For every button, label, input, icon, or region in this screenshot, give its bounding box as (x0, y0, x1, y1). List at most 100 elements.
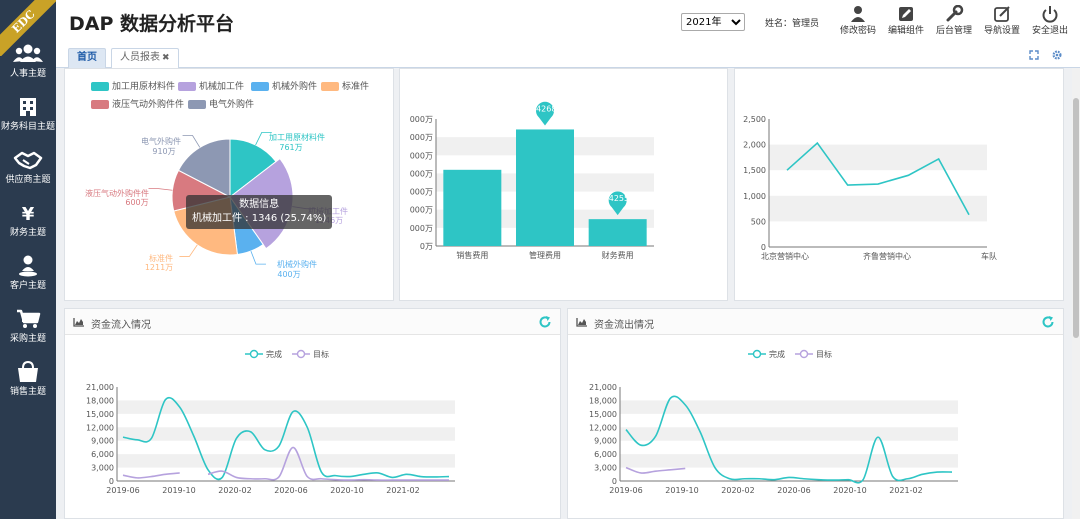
bar (588, 219, 647, 246)
pie-label-name: 液压气动外购件件 (85, 188, 149, 198)
x-tick-label: 2019-06 (106, 486, 139, 495)
y-tick-label: 12,000 (589, 423, 617, 432)
pie-tooltip: 数据信息 机械加工件 : 1346 (25.74%) (186, 195, 333, 229)
tool-label: 导航设置 (983, 26, 1020, 36)
person-icon (19, 255, 37, 277)
building-icon (20, 98, 36, 116)
pie-label-value: 1211万 (145, 263, 173, 272)
sidebar-item-finance[interactable]: ¥ 财务主题 (0, 201, 56, 239)
y-tick-label: 500 (751, 217, 766, 226)
y-tick-label: 000万 (410, 206, 433, 215)
sidebar-item-finance-subject[interactable]: 财务科目主题 (0, 95, 56, 133)
y-tick-label: 6,000 (91, 450, 114, 459)
change-password-button[interactable]: 修改密码 (834, 5, 882, 37)
nav-settings-button[interactable]: 导航设置 (978, 5, 1026, 37)
users-icon (13, 44, 43, 62)
x-tick-label: 销售费用 (456, 250, 488, 260)
sidebar-item-hr[interactable]: 人事主题 (0, 42, 56, 80)
legend-marker (249, 349, 259, 359)
refresh-icon[interactable] (1041, 315, 1055, 329)
y-tick-label: 1,500 (743, 166, 766, 175)
tool-label: 后台管理 (935, 26, 972, 36)
x-tick-label: 北京营销中心 (761, 251, 809, 261)
sidebar-item-label: 客户主题 (9, 281, 46, 291)
y-tick-label: 0万 (420, 242, 433, 251)
pie-leader-line (250, 250, 266, 265)
area-chart-icon (73, 318, 84, 327)
grid-band (117, 400, 455, 414)
tab-bar: 首页 人员报表 ✖ (56, 45, 1080, 68)
page-scrollbar[interactable] (1072, 68, 1080, 519)
pie-label-value: 761万 (279, 143, 302, 152)
svg-text:¥: ¥ (22, 204, 35, 225)
tooltip-title: 数据信息 (239, 199, 280, 210)
y-tick-label: 2,500 (743, 115, 766, 124)
bar (516, 129, 574, 246)
sidebar-item-supplier[interactable]: 供应商主题 (0, 148, 56, 186)
bar (443, 169, 502, 246)
tab-home[interactable]: 首页 (68, 48, 106, 68)
refresh-icon[interactable] (538, 315, 552, 329)
edit-widget-button[interactable]: 编辑组件 (882, 5, 930, 37)
tab-staff-report[interactable]: 人员报表 ✖ (111, 48, 179, 68)
pie-leader-line (148, 188, 173, 191)
legend-label: 完成 (769, 349, 785, 359)
pie-label-name: 标准件 (149, 253, 173, 263)
pie-label-value: 910万 (152, 147, 175, 156)
gear-icon[interactable] (1052, 50, 1062, 60)
sidebar: EDC 人事主题 财务科目主题 供应商主题 ¥ 财务主题 客户主题 采购主题 销… (0, 0, 56, 519)
y-tick-label: 15,000 (86, 410, 114, 419)
bag-icon (18, 360, 38, 382)
scrollbar-thumb[interactable] (1073, 98, 1079, 338)
y-tick-label: 0 (761, 243, 766, 252)
y-tick-label: 0 (612, 477, 617, 486)
x-tick-label: 2020-06 (777, 486, 810, 495)
x-tick-label: 2020-06 (274, 486, 307, 495)
handshake-icon (13, 151, 43, 170)
sidebar-item-customer[interactable]: 客户主题 (0, 254, 56, 292)
outflow-line-chart: 完成 目标 0 3,000 6,000 9,000 12,000 15,000 18,000 21… (589, 349, 958, 495)
wrench-icon (946, 5, 964, 22)
cart-icon (17, 309, 41, 328)
y-tick-label: 3,000 (594, 464, 617, 473)
bar-marker-label: 6424268.00 (521, 104, 569, 113)
y-tick-label: 21,000 (589, 383, 617, 392)
tool-label: 编辑组件 (887, 26, 924, 36)
logout-button[interactable]: 安全退出 (1026, 5, 1074, 37)
close-icon[interactable]: ✖ (162, 53, 170, 63)
inflow-line-chart: 完成 目标 0 3,000 6,000 9,000 12,000 15,000 18,000 21… (86, 349, 455, 495)
x-tick-label: 2019-06 (609, 486, 642, 495)
tab-tools (1029, 50, 1062, 63)
pen-square-icon (994, 6, 1010, 22)
sidebar-item-sales[interactable]: 销售主题 (0, 360, 56, 398)
grid-band (620, 400, 958, 414)
bar-marker-label: 1484255.84 (593, 194, 641, 203)
y-tick-label: 21,000 (86, 383, 114, 392)
grid-band (620, 427, 958, 441)
sidebar-item-label: 销售主题 (9, 387, 46, 397)
tooltip-body: 机械加工件 : 1346 (25.74%) (192, 213, 327, 224)
fullscreen-icon[interactable] (1029, 50, 1039, 60)
edit-icon (899, 7, 913, 21)
x-tick-label: 2019-10 (665, 486, 698, 495)
admin-button[interactable]: 后台管理 (930, 5, 978, 37)
panel-title: 资金流出情况 (594, 320, 654, 331)
y-tick-label: 18,000 (589, 396, 617, 405)
pie-chart: 加工用原材料件 761万 机械加工件 1346万 机械外购件 400万 标准件 … (85, 131, 348, 279)
y-tick-label: 000万 (410, 224, 433, 233)
pie-label-name: 机械外购件 (277, 259, 317, 269)
y-tick-label: 9,000 (594, 437, 617, 446)
app-title: DAP 数据分析平台 (69, 13, 235, 35)
sidebar-item-label: 采购主题 (9, 334, 46, 344)
x-tick-label: 2020-02 (721, 486, 754, 495)
y-tick-label: 000万 (410, 169, 433, 178)
y-tick-label: 3,000 (91, 464, 114, 473)
y-tick-label: 000万 (410, 151, 433, 160)
sidebar-item-purchase[interactable]: 采购主题 (0, 307, 56, 345)
tool-label: 安全退出 (1031, 26, 1068, 36)
pie-label-name: 加工用原材料件 (269, 132, 325, 142)
legend-marker (799, 349, 809, 359)
panel-header: 资金流入情况 (65, 309, 560, 335)
panel-title: 资金流入情况 (91, 320, 151, 331)
year-select[interactable]: 2021年 (681, 13, 745, 31)
